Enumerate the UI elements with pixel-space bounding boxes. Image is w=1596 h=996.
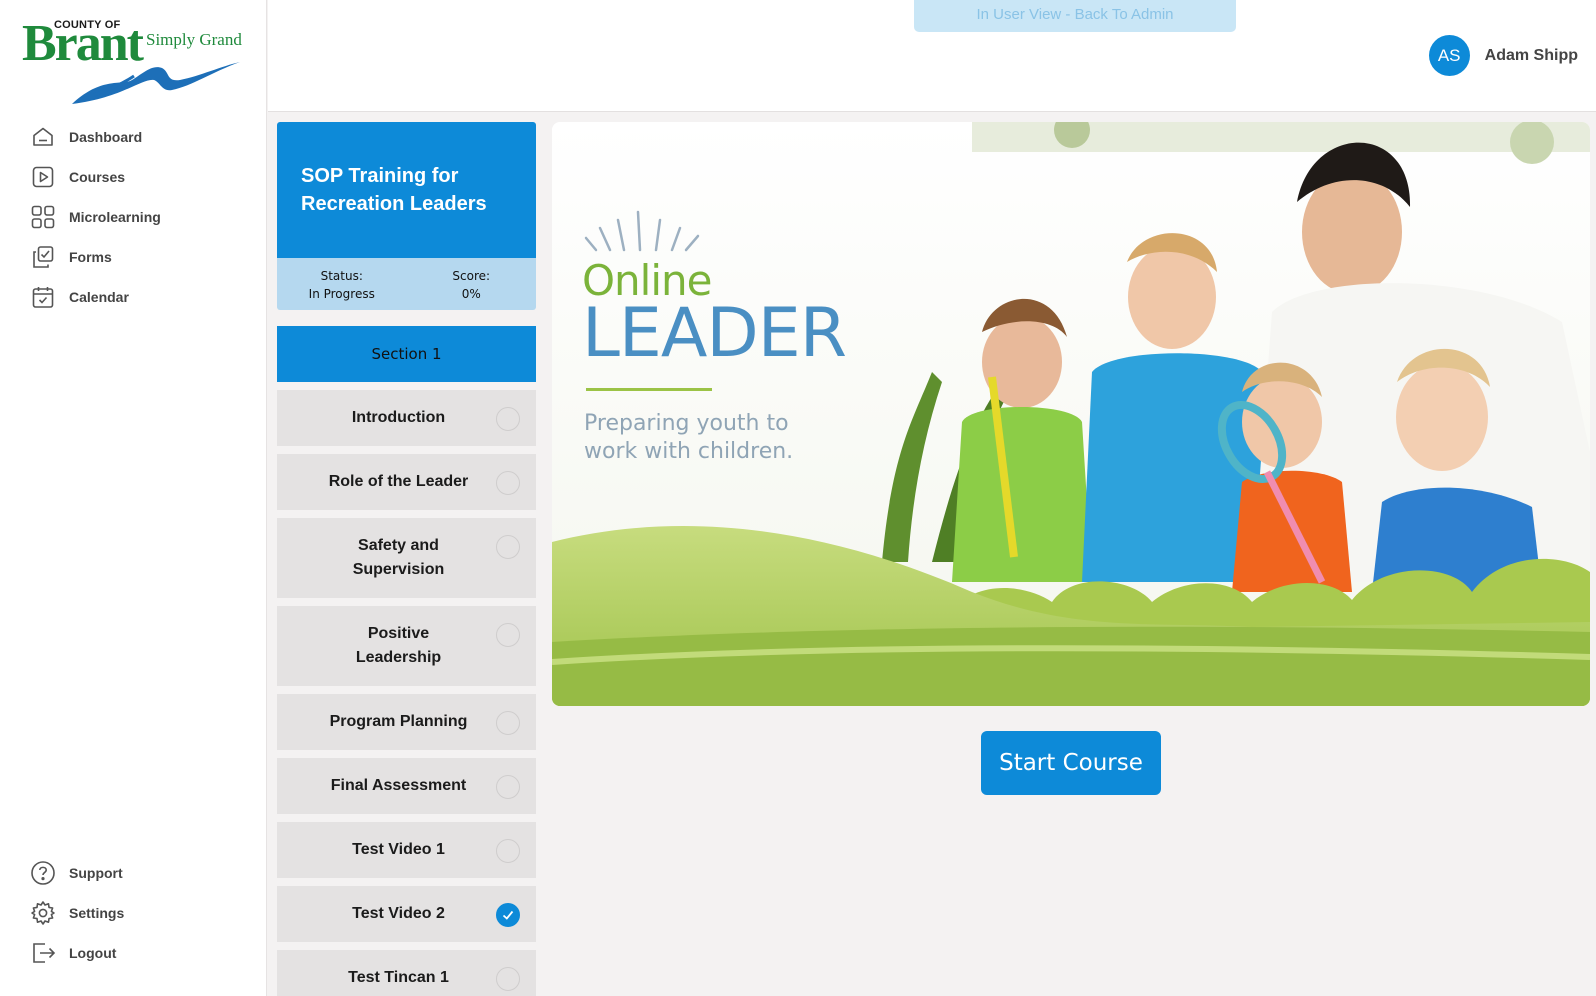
lesson-title: Program Planning (329, 713, 468, 730)
home-icon (30, 124, 56, 150)
status-stat: Status: In Progress (277, 258, 407, 310)
user-name[interactable]: Adam Shipp (1485, 47, 1578, 65)
avatar[interactable]: AS (1428, 35, 1470, 76)
calendar-icon (30, 284, 56, 310)
help-icon (30, 860, 56, 886)
lesson-status-circle-icon (496, 623, 520, 647)
lesson-title: Safety and Supervision (352, 537, 445, 578)
forms-icon (30, 244, 56, 270)
lesson-item[interactable]: Program Planning (277, 694, 536, 750)
main-nav: Dashboard Courses Microlearning Forms Ca… (0, 117, 266, 317)
lesson-status-circle-icon (496, 535, 520, 559)
grid-icon (30, 204, 56, 230)
nav-label: Support (69, 865, 123, 881)
sidebar: Brant COUNTY OF Simply Grand Dashboard C… (0, 0, 267, 996)
lesson-status-circle-icon (496, 839, 520, 863)
lesson-item[interactable]: Test Video 2 (277, 886, 536, 942)
section-header[interactable]: Section 1 (277, 326, 536, 382)
course-stats: Status: In Progress Score: 0% (277, 258, 536, 310)
lesson-status-circle-icon (496, 711, 520, 735)
nav-item-courses[interactable]: Courses (0, 157, 266, 197)
nav-item-forms[interactable]: Forms (0, 237, 266, 277)
course-header: SOP Training for Recreation Leaders (277, 122, 536, 258)
sunburst-icon (584, 210, 700, 252)
lesson-status-circle-icon (496, 471, 520, 495)
nav-label: Dashboard (69, 129, 143, 145)
lesson-item[interactable]: Test Tincan 1 (277, 950, 536, 996)
nav-item-logout[interactable]: Logout (0, 933, 266, 973)
county-logo[interactable]: Brant COUNTY OF Simply Grand (22, 16, 244, 104)
hero-divider (586, 388, 712, 391)
secondary-nav: Support Settings Logout (0, 853, 266, 973)
lesson-status-circle-icon (496, 407, 520, 431)
user-menu[interactable]: AS Adam Shipp (1428, 35, 1578, 76)
lesson-title: Test Video 1 (352, 841, 445, 858)
lesson-item[interactable]: Positive Leadership (277, 606, 536, 686)
nav-label: Courses (69, 169, 126, 185)
nav-label: Logout (69, 945, 117, 961)
score-label: Score: (452, 269, 491, 283)
lesson-item[interactable]: Test Video 1 (277, 822, 536, 878)
lesson-title: Positive Leadership (355, 625, 442, 666)
nav-item-dashboard[interactable]: Dashboard (0, 117, 266, 157)
lesson-title: Test Tincan 1 (348, 969, 449, 986)
back-to-admin-banner[interactable]: In User View - Back To Admin (914, 0, 1236, 32)
lesson-title: Final Assessment (330, 777, 467, 794)
nav-label: Microlearning (69, 209, 161, 225)
nav-item-support[interactable]: Support (0, 853, 266, 893)
lesson-item[interactable]: Introduction (277, 390, 536, 446)
status-value: In Progress (308, 287, 375, 301)
checkmark-icon (496, 903, 520, 927)
lesson-title: Role of the Leader (328, 473, 469, 490)
hero-subtitle: Preparing youth to work with children. (584, 411, 794, 464)
lesson-title: Introduction (351, 409, 446, 426)
status-label: Status: (320, 269, 363, 283)
nav-item-microlearning[interactable]: Microlearning (0, 197, 266, 237)
nav-label: Settings (69, 905, 125, 921)
course-title: SOP Training for Recreation Leaders (301, 165, 487, 215)
lesson-list: Introduction Role of the Leader Safety a… (277, 390, 536, 996)
play-icon (30, 164, 56, 190)
course-hero-image: Online LEADER Preparing youth to work wi… (552, 122, 1590, 706)
nav-item-calendar[interactable]: Calendar (0, 277, 266, 317)
hero-leader-text: LEADER (582, 294, 847, 373)
lesson-title: Test Video 2 (352, 905, 445, 922)
nav-item-settings[interactable]: Settings (0, 893, 266, 933)
score-stat: Score: 0% (407, 258, 537, 310)
logo-county-text: COUNTY OF (54, 19, 121, 31)
gear-icon (30, 900, 56, 926)
start-course-button[interactable]: Start Course (981, 731, 1161, 795)
score-value: 0% (461, 287, 481, 301)
lesson-item[interactable]: Role of the Leader (277, 454, 536, 510)
lesson-item[interactable]: Final Assessment (277, 758, 536, 814)
lesson-status-circle-icon (496, 967, 520, 991)
lesson-item[interactable]: Safety and Supervision (277, 518, 536, 598)
logout-icon (30, 940, 56, 966)
nav-label: Calendar (69, 289, 129, 305)
top-bar: In User View - Back To Admin AS Adam Shi… (268, 0, 1596, 112)
logo-wave-icon (72, 62, 240, 104)
lesson-status-circle-icon (496, 775, 520, 799)
nav-label: Forms (69, 249, 112, 265)
